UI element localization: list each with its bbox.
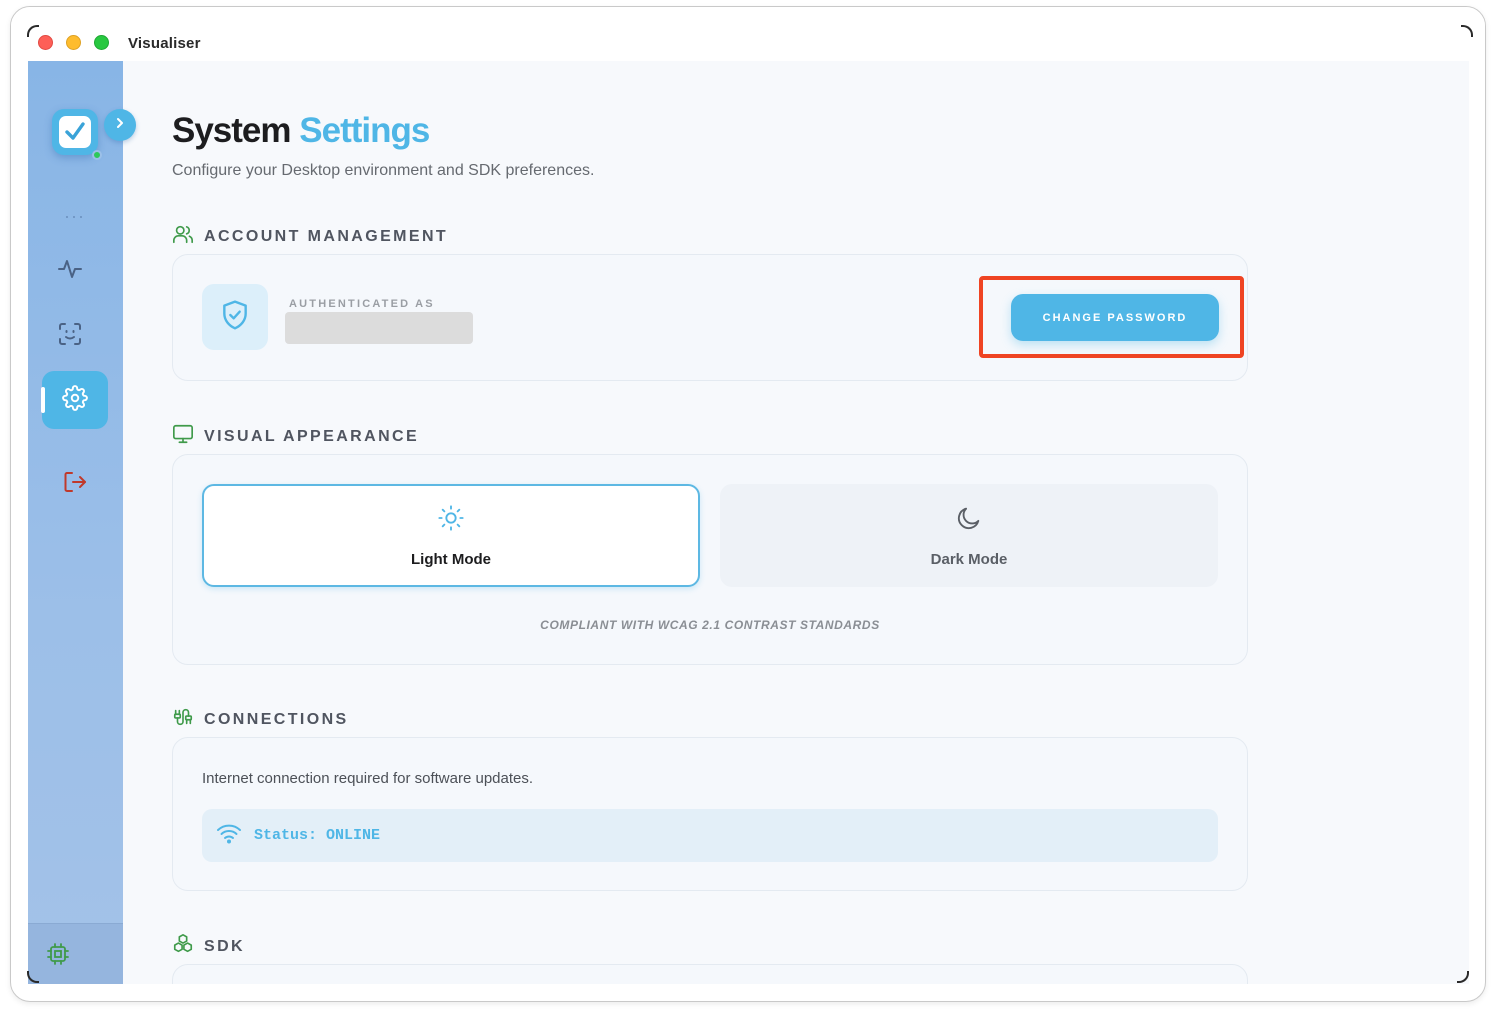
active-indicator bbox=[41, 387, 45, 413]
app-logo[interactable] bbox=[52, 109, 98, 155]
dark-mode-label: Dark Mode bbox=[930, 550, 1008, 568]
sun-icon bbox=[437, 504, 465, 537]
page-title: System Settings bbox=[172, 111, 430, 151]
sidebar-item-settings[interactable] bbox=[42, 371, 108, 429]
change-password-button[interactable]: CHANGE PASSWORD bbox=[1011, 294, 1219, 341]
wcag-note: COMPLIANT WITH WCAG 2.1 CONTRAST STANDAR… bbox=[540, 618, 880, 632]
window-title: Visualiser bbox=[128, 35, 201, 52]
sidebar-item-logout[interactable] bbox=[60, 469, 90, 499]
activity-icon bbox=[57, 256, 83, 287]
checkmark-icon bbox=[59, 116, 91, 148]
connections-card: Internet connection required for softwar… bbox=[172, 737, 1248, 891]
more-icon[interactable]: ··· bbox=[64, 206, 85, 227]
connection-status-bar: Status: ONLINE bbox=[202, 809, 1218, 862]
face-scan-icon bbox=[57, 321, 83, 352]
section-sdk-label: SDK bbox=[204, 937, 245, 955]
online-indicator bbox=[92, 150, 102, 160]
page-title-accent: Settings bbox=[299, 111, 430, 150]
section-connections-label: CONNECTIONS bbox=[204, 710, 349, 728]
redacted-username bbox=[285, 312, 473, 344]
section-account-header: ACCOUNT MANAGEMENT bbox=[172, 223, 448, 250]
main-content: System Settings Configure your Desktop e… bbox=[123, 61, 1469, 984]
zoom-window-button[interactable] bbox=[94, 35, 109, 50]
connection-status: Status: ONLINE bbox=[254, 827, 381, 844]
logout-icon bbox=[62, 469, 88, 500]
section-appearance-label: VISUAL APPEARANCE bbox=[204, 427, 420, 445]
page-title-primary: System bbox=[172, 111, 292, 150]
title-bar: Visualiser bbox=[11, 7, 1485, 61]
sidebar: ··· bbox=[28, 61, 136, 984]
shield-check-icon bbox=[219, 299, 251, 336]
shield-icon-box bbox=[202, 284, 268, 350]
section-connections-header: CONNECTIONS bbox=[172, 706, 349, 733]
section-appearance-header: VISUAL APPEARANCE bbox=[172, 423, 419, 450]
wifi-icon bbox=[216, 822, 242, 849]
account-card: AUTHENTICATED AS CHANGE PASSWORD bbox=[172, 254, 1248, 381]
users-icon bbox=[172, 223, 194, 250]
moon-icon bbox=[955, 504, 983, 537]
dark-mode-option[interactable]: Dark Mode bbox=[720, 484, 1218, 587]
light-mode-label: Light Mode bbox=[411, 550, 491, 568]
connection-description: Internet connection required for softwar… bbox=[202, 770, 534, 787]
sidebar-item-activity[interactable] bbox=[55, 256, 85, 286]
sdk-card bbox=[172, 964, 1248, 984]
section-sdk-header: SDK bbox=[172, 933, 245, 960]
sidebar-item-face-scan[interactable] bbox=[55, 321, 85, 351]
minimize-window-button[interactable] bbox=[66, 35, 81, 50]
monitor-icon bbox=[172, 423, 194, 450]
appearance-card: Light Mode Dark Mode COMPLIANT WITH WCAG… bbox=[172, 454, 1248, 665]
section-account-label: ACCOUNT MANAGEMENT bbox=[204, 227, 449, 245]
chip-icon[interactable] bbox=[46, 942, 70, 971]
cable-icon bbox=[172, 706, 194, 733]
sidebar-footer bbox=[28, 923, 123, 984]
app-content: ··· System Settings Configure your Deskt… bbox=[28, 61, 1469, 984]
light-mode-option[interactable]: Light Mode bbox=[202, 484, 700, 587]
authenticated-as-label: AUTHENTICATED AS bbox=[289, 298, 435, 310]
boxes-icon bbox=[172, 933, 194, 960]
page-subtitle: Configure your Desktop environment and S… bbox=[172, 162, 595, 179]
gear-icon bbox=[62, 384, 88, 416]
app-window: Visualiser ··· System Settings Configure… bbox=[10, 6, 1486, 1002]
close-window-button[interactable] bbox=[38, 35, 53, 50]
